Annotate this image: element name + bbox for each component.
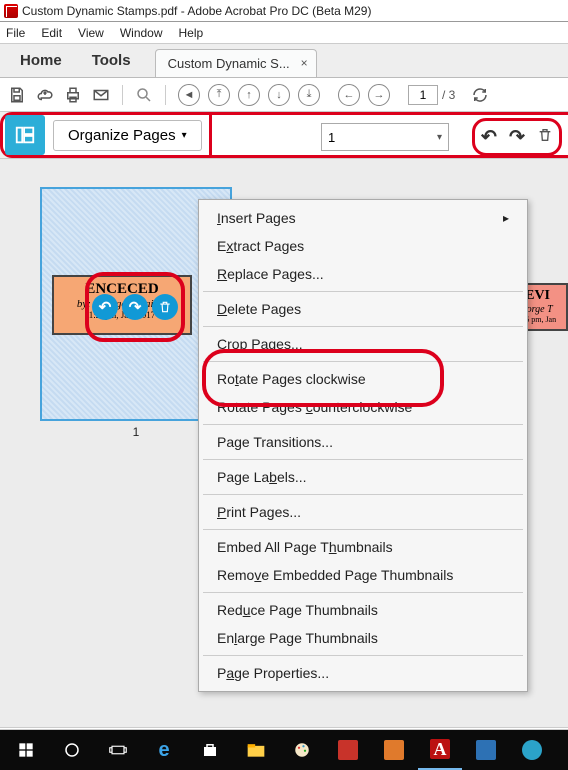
page-up-icon[interactable]: ↑	[238, 84, 260, 106]
app-icon-blue[interactable]	[464, 730, 508, 770]
thumbnail-hover-controls: ↶ ↷	[85, 272, 185, 342]
document-tab-label: Custom Dynamic S...	[168, 56, 290, 71]
thumb-rotate-ccw-button[interactable]: ↶	[92, 294, 118, 320]
menubar: File Edit View Window Help	[0, 22, 568, 44]
separator	[122, 85, 123, 105]
main-toolbar: ◄ ⤒ ↑ ↓ ⤓ ← → / 3	[0, 78, 568, 112]
menu-page-properties[interactable]: Page Properties...	[199, 659, 527, 687]
rotate-cw-button[interactable]: ↷	[509, 126, 525, 149]
acrobat-taskbar-icon[interactable]: A	[418, 730, 462, 770]
menu-rotate-ccw[interactable]: Rotate Pages counterclockwise	[199, 393, 527, 421]
menu-extract-pages[interactable]: Extract Pages	[199, 232, 527, 260]
separator	[203, 424, 523, 425]
print-icon[interactable]	[64, 86, 82, 104]
organize-bar: Organize Pages ▾ 1 ▾ ↶ ↷	[0, 112, 568, 158]
taskbar: e A	[0, 730, 568, 770]
menu-reduce-thumbnails[interactable]: Reduce Page Thumbnails	[199, 596, 527, 624]
tab-document[interactable]: Custom Dynamic S... ×	[155, 49, 317, 77]
separator	[203, 592, 523, 593]
menu-print-pages[interactable]: Print Pages...	[199, 498, 527, 526]
app-icon-cyan[interactable]	[510, 730, 554, 770]
separator	[203, 529, 523, 530]
menu-delete-pages[interactable]: Delete Pages	[199, 295, 527, 323]
forward-icon[interactable]: →	[368, 84, 390, 106]
refresh-icon[interactable]	[471, 86, 489, 104]
rotate-group: ↶ ↷	[472, 118, 562, 156]
menu-rotate-cw[interactable]: Rotate Pages clockwise	[199, 365, 527, 393]
cloud-icon[interactable]	[36, 86, 54, 104]
separator	[203, 655, 523, 656]
organize-pages-label: Organize Pages	[68, 127, 176, 144]
titlebar: Custom Dynamic Stamps.pdf - Adobe Acroba…	[0, 0, 568, 22]
page-number-input[interactable]	[408, 85, 438, 105]
menu-page-labels[interactable]: Page Labels...	[199, 463, 527, 491]
rotate-ccw-button[interactable]: ↶	[481, 126, 497, 149]
taskview-icon[interactable]	[96, 730, 140, 770]
menu-page-transitions[interactable]: Page Transitions...	[199, 428, 527, 456]
thumb-delete-button[interactable]	[152, 294, 178, 320]
menu-edit[interactable]: Edit	[41, 26, 62, 40]
menu-insert-pages[interactable]: Insert PagesInsert Pages ▸	[199, 204, 527, 232]
start-button[interactable]	[4, 730, 48, 770]
app-icon-red[interactable]	[326, 730, 370, 770]
acrobat-logo-icon	[4, 4, 18, 18]
separator	[203, 291, 523, 292]
page-total-label: / 3	[442, 88, 455, 102]
menu-enlarge-thumbnails[interactable]: Enlarge Page Thumbnails	[199, 624, 527, 652]
back-icon[interactable]: ←	[338, 84, 360, 106]
thumbnail-area: ENCECED by: George T Kaiser 1:2 pm, Jan …	[0, 158, 568, 770]
explorer-icon[interactable]	[234, 730, 278, 770]
menu-file[interactable]: File	[6, 26, 25, 40]
edge-icon[interactable]: e	[142, 730, 186, 770]
menu-replace-pages[interactable]: Replace Pages...	[199, 260, 527, 288]
page-select-value: 1	[328, 130, 335, 145]
menu-window[interactable]: Window	[120, 26, 163, 40]
organize-pages-icon[interactable]	[5, 115, 45, 155]
menu-crop-pages[interactable]: Crop Pages...	[199, 330, 527, 358]
paint-icon[interactable]	[280, 730, 324, 770]
delete-page-icon[interactable]	[537, 127, 553, 148]
separator	[203, 494, 523, 495]
separator	[203, 459, 523, 460]
page-range-dropdown[interactable]: 1 ▾	[321, 123, 449, 151]
mail-icon[interactable]	[92, 86, 110, 104]
close-icon[interactable]: ×	[301, 56, 308, 70]
window-title: Custom Dynamic Stamps.pdf - Adobe Acroba…	[22, 4, 371, 18]
last-page-icon[interactable]: ⤓	[298, 84, 320, 106]
search-icon[interactable]	[135, 86, 153, 104]
page-down-icon[interactable]: ↓	[268, 84, 290, 106]
cortana-icon[interactable]	[50, 730, 94, 770]
context-menu: Insert PagesInsert Pages ▸ Extract Pages…	[198, 199, 528, 692]
store-icon[interactable]	[188, 730, 232, 770]
submenu-arrow-icon: ▸	[503, 211, 509, 225]
tab-tools[interactable]: Tools	[78, 44, 145, 77]
separator	[203, 326, 523, 327]
first-page-icon[interactable]: ⤒	[208, 84, 230, 106]
prev-view-icon[interactable]: ◄	[178, 84, 200, 106]
tab-home[interactable]: Home	[6, 44, 76, 77]
menu-help[interactable]: Help	[179, 26, 204, 40]
menu-embed-thumbnails[interactable]: Embed All Page Thumbnails	[199, 533, 527, 561]
save-icon[interactable]	[8, 86, 26, 104]
separator	[165, 85, 166, 105]
separator	[203, 361, 523, 362]
caret-down-icon: ▾	[437, 132, 442, 143]
thumb-rotate-cw-button[interactable]: ↷	[122, 294, 148, 320]
menu-remove-thumbnails[interactable]: Remove Embedded Page Thumbnails	[199, 561, 527, 589]
tab-row: Home Tools Custom Dynamic S... ×	[0, 44, 568, 78]
app-icon-orange[interactable]	[372, 730, 416, 770]
menu-view[interactable]: View	[78, 26, 104, 40]
organize-pages-dropdown[interactable]: Organize Pages ▾	[53, 120, 202, 151]
caret-down-icon: ▾	[182, 130, 187, 141]
